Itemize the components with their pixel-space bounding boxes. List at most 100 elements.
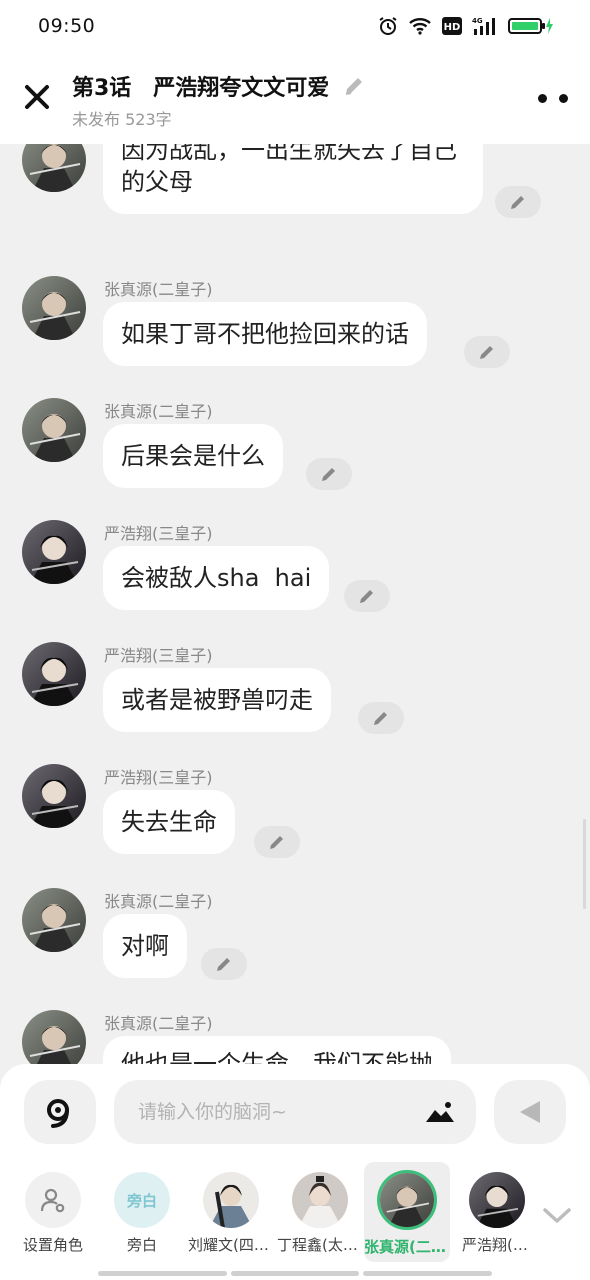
avatar[interactable] — [22, 144, 86, 192]
role-selector: 设置角色 旁白 旁白 刘耀文(四皇子) 丁程鑫(太子) — [0, 1162, 590, 1262]
chapter-status: 未发布 523字 — [72, 110, 172, 129]
edit-message-button[interactable] — [254, 826, 300, 858]
role-label: 设置角色 — [22, 1236, 83, 1254]
avatar[interactable] — [22, 888, 86, 952]
pencil-icon — [374, 712, 387, 725]
edit-message-button[interactable] — [344, 580, 390, 612]
pencil-icon — [270, 836, 283, 849]
chevron-down-icon — [543, 1208, 571, 1223]
role-item-ding[interactable]: 丁程鑫(太子) — [277, 1162, 363, 1262]
avatar[interactable] — [22, 764, 86, 828]
sender-name: 张真源(二皇子) — [104, 280, 213, 299]
role-label: 刘耀文(四皇子) — [188, 1236, 274, 1254]
page-title: 第3话 严浩翔夸文文可爱 — [72, 76, 330, 101]
edit-message-button[interactable] — [306, 458, 352, 490]
cellular-4g-icon: 4G — [472, 16, 498, 36]
sender-name: 严浩翔(三皇子) — [104, 768, 213, 787]
message-bubble[interactable]: 因为战乱，一出生就失去了自己的父母 — [103, 144, 483, 214]
home-indicator — [98, 1271, 493, 1276]
narrator-badge: 旁白 — [126, 1191, 157, 1210]
battery-charging-icon — [508, 17, 554, 35]
role-avatar — [377, 1170, 437, 1230]
message-bubble[interactable]: 对啊 — [103, 914, 187, 978]
avatar[interactable] — [22, 1010, 86, 1064]
composer-panel: 设置角色 旁白 旁白 刘耀文(四皇子) 丁程鑫(太子) — [0, 1064, 590, 1280]
message-text: 如果丁哥不把他捡回来的话 — [121, 320, 409, 348]
status-bar: 09:50 HD 4G — [0, 0, 590, 52]
pencil-icon — [360, 590, 373, 603]
sender-name: 严浩翔(三皇子) — [104, 646, 213, 665]
message-bubble[interactable]: 后果会是什么 — [103, 424, 283, 488]
svg-text:4G: 4G — [472, 17, 483, 25]
chat-list[interactable]: 因为战乱，一出生就失去了自己的父母 张真源(二皇子) 如果丁哥不把他捡回来的话 … — [0, 144, 590, 1064]
role-label: 旁白 — [126, 1236, 157, 1254]
message-bubble[interactable]: 会被敌人sha hai — [103, 546, 330, 610]
hd-icon: HD — [442, 17, 462, 35]
message-text: 他也是一个生命，我们不能抛 — [121, 1050, 433, 1064]
role-avatar — [203, 1172, 259, 1228]
role-item-narrator[interactable]: 旁白 旁白 — [99, 1162, 185, 1262]
role-item-zhang[interactable]: 张真源(二皇子) — [364, 1162, 450, 1262]
message-text: 因为战乱，一出生就失去了自己的父母 — [121, 144, 457, 196]
sender-name: 张真源(二皇子) — [104, 402, 213, 421]
message-input-box[interactable] — [114, 1080, 476, 1144]
voice-input-button[interactable] — [24, 1080, 96, 1144]
message-bubble[interactable]: 他也是一个生命，我们不能抛 — [103, 1036, 451, 1064]
avatar[interactable] — [22, 642, 86, 706]
message-bubble[interactable]: 失去生命 — [103, 790, 235, 854]
message-text: 或者是被野兽叼走 — [121, 686, 313, 714]
wifi-icon — [408, 17, 432, 35]
message-text: 失去生命 — [121, 808, 217, 836]
header: 第3话 严浩翔夸文文可爱 未发布 523字 — [0, 52, 590, 144]
role-avatar — [292, 1172, 348, 1228]
alarm-icon — [378, 16, 398, 36]
sender-name: 严浩翔(三皇子) — [104, 524, 213, 543]
more-dot-icon — [538, 93, 547, 103]
sender-name: 张真源(二皇子) — [104, 1014, 213, 1033]
role-settings-icon — [40, 1188, 65, 1213]
edit-title-button[interactable] — [343, 75, 365, 97]
edit-message-button[interactable] — [358, 702, 404, 734]
image-icon — [426, 1102, 454, 1122]
role-item-yan[interactable]: 严浩翔(三皇子) — [454, 1162, 540, 1262]
insert-image-button[interactable] — [424, 1098, 456, 1126]
pencil-icon — [346, 78, 363, 95]
role-label: 严浩翔(三皇子) — [462, 1236, 532, 1254]
scrollbar[interactable] — [583, 819, 586, 909]
sender-name: 张真源(二皇子) — [104, 892, 213, 911]
edit-message-button[interactable] — [201, 948, 247, 980]
more-button[interactable] — [538, 86, 568, 110]
more-dot-icon — [559, 93, 568, 103]
role-item-settings[interactable]: 设置角色 — [10, 1162, 96, 1262]
role-avatar: 旁白 — [114, 1172, 170, 1228]
send-button[interactable] — [494, 1080, 566, 1144]
role-label: 张真源(二皇子) — [364, 1238, 450, 1256]
message-input[interactable] — [138, 1101, 424, 1123]
status-time: 09:50 — [38, 15, 96, 37]
avatar[interactable] — [22, 276, 86, 340]
edit-message-button[interactable] — [495, 186, 541, 218]
close-icon — [25, 85, 49, 109]
voice-icon — [47, 1099, 69, 1128]
pencil-icon — [217, 958, 230, 971]
edit-message-button[interactable] — [464, 336, 510, 368]
avatar[interactable] — [22, 398, 86, 462]
send-icon — [520, 1101, 540, 1123]
message-text: 会被敌人sha hai — [121, 564, 312, 592]
expand-roles-button[interactable] — [540, 1204, 574, 1228]
status-icons: HD 4G — [378, 16, 554, 36]
pencil-icon — [511, 196, 524, 209]
role-avatar — [25, 1172, 81, 1228]
avatar[interactable] — [22, 520, 86, 584]
svg-text:HD: HD — [444, 22, 461, 33]
message-text: 后果会是什么 — [121, 442, 265, 470]
pencil-icon — [480, 346, 493, 359]
close-button[interactable] — [20, 80, 54, 114]
title-row: 第3话 严浩翔夸文文可爱 — [72, 70, 365, 102]
pencil-icon — [322, 468, 335, 481]
message-bubble[interactable]: 如果丁哥不把他捡回来的话 — [103, 302, 427, 366]
role-avatar — [469, 1172, 525, 1228]
message-bubble[interactable]: 或者是被野兽叼走 — [103, 668, 331, 732]
role-item-liu[interactable]: 刘耀文(四皇子) — [188, 1162, 274, 1262]
message-text: 对啊 — [121, 932, 169, 960]
